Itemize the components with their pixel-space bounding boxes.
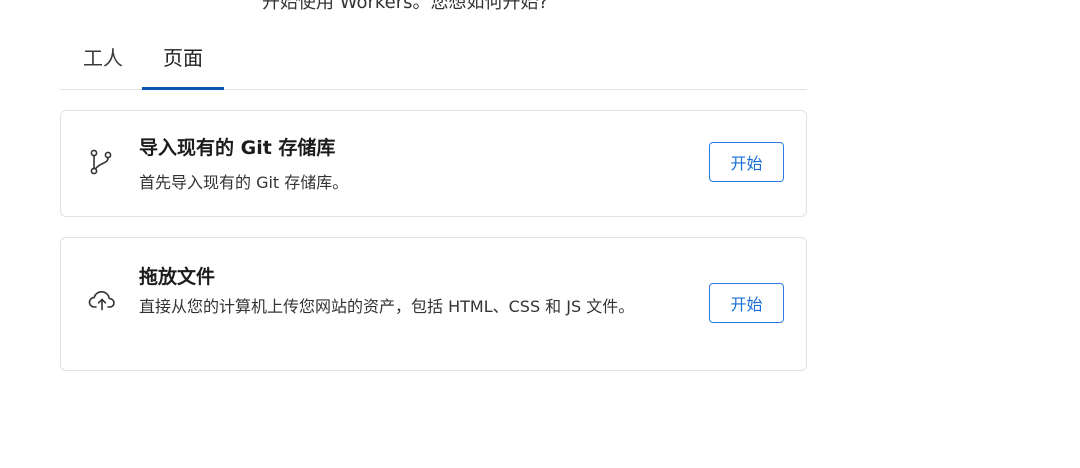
tab-workers-label: 工人 <box>83 46 123 70</box>
git-branch-icon <box>87 147 117 177</box>
drag-drop-description: 直接从您的计算机上传您网站的资产，包括 HTML、CSS 和 JS 文件。 <box>139 297 635 316</box>
cloud-upload-icon <box>87 286 117 316</box>
tab-bar: 工人 页面 <box>60 44 807 90</box>
drag-drop-title: 拖放文件 <box>139 266 216 288</box>
import-git-description: 首先导入现有的 Git 存储库。 <box>139 173 349 192</box>
import-git-card: 导入现有的 Git 存储库 首先导入现有的 Git 存储库。 开始 <box>60 110 807 217</box>
drag-drop-card: 拖放文件 直接从您的计算机上传您网站的资产，包括 HTML、CSS 和 JS 文… <box>60 237 807 371</box>
drag-drop-start-button[interactable]: 开始 <box>709 283 784 323</box>
intro-text: 开始使用 Workers。您想如何开始? <box>262 0 549 13</box>
tab-pages-label: 页面 <box>163 46 203 70</box>
tab-pages[interactable]: 页面 <box>142 44 224 90</box>
page: 开始使用 Workers。您想如何开始? 工人 页面 导入现有的 Git 存储库… <box>0 0 1080 468</box>
import-git-title: 导入现有的 Git 存储库 <box>139 137 336 159</box>
tab-workers[interactable]: 工人 <box>80 44 126 89</box>
active-tab-indicator <box>142 87 224 90</box>
import-git-start-button[interactable]: 开始 <box>709 142 784 182</box>
